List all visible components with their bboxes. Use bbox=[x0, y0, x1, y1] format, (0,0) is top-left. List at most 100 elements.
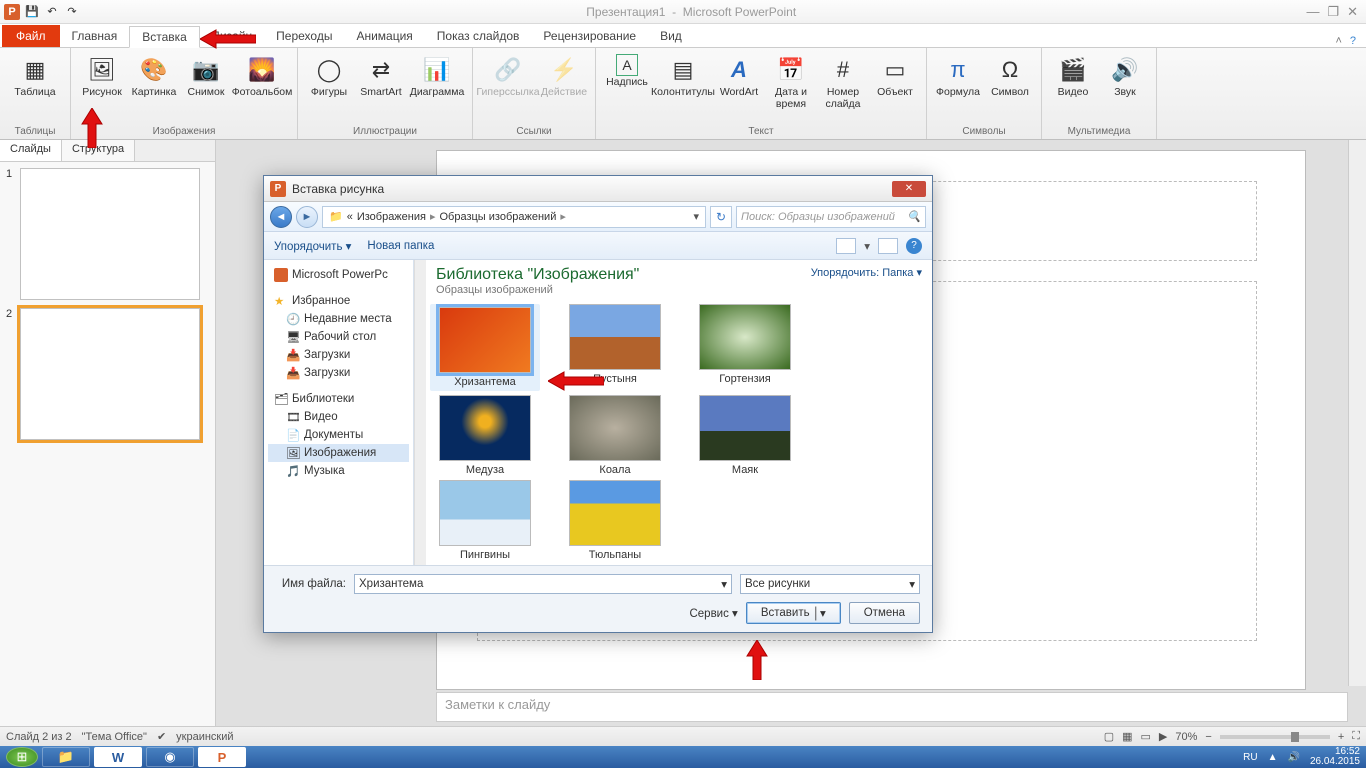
clipart-button[interactable]: 🎨Картинка bbox=[131, 52, 177, 99]
close-icon[interactable]: ✕ bbox=[1347, 4, 1358, 20]
pane-tab-slides[interactable]: Слайды bbox=[0, 140, 62, 161]
textbox-button[interactable]: AНадпись bbox=[604, 52, 650, 89]
insert-button[interactable]: Вставить │▾ bbox=[746, 602, 841, 624]
zoom-out-icon[interactable]: − bbox=[1205, 731, 1211, 743]
redo-icon[interactable]: ↷ bbox=[64, 4, 80, 20]
file-lighthouse[interactable]: Маяк bbox=[690, 395, 800, 476]
file-tulips[interactable]: Тюльпаны bbox=[560, 480, 670, 561]
tree-downloads-1[interactable]: 📥Загрузки bbox=[268, 346, 409, 364]
object-button[interactable]: ▭Объект bbox=[872, 52, 918, 99]
tray-flag-icon[interactable]: ▲ bbox=[1268, 752, 1278, 763]
tree-libraries[interactable]: 🗂Библиотеки bbox=[268, 390, 409, 408]
slidenum-button[interactable]: #Номер слайда bbox=[820, 52, 866, 110]
equation-button[interactable]: πФормула bbox=[935, 52, 981, 99]
smartart-button[interactable]: ⇄SmartArt bbox=[358, 52, 404, 99]
status-language[interactable]: украинский bbox=[176, 731, 233, 743]
tab-file[interactable]: Файл bbox=[2, 25, 60, 47]
view-normal-icon[interactable]: ▢ bbox=[1104, 730, 1114, 743]
undo-icon[interactable]: ↶ bbox=[44, 4, 60, 20]
taskbar-word[interactable]: W bbox=[94, 747, 142, 767]
thumb-2[interactable]: 2 bbox=[6, 308, 209, 440]
restore-icon[interactable]: ❐ bbox=[1327, 4, 1339, 20]
chart-button[interactable]: 📊Диаграмма bbox=[410, 52, 464, 99]
tab-insert[interactable]: Вставка bbox=[129, 26, 200, 48]
sort-control[interactable]: Упорядочить: Папка ▾ bbox=[811, 266, 922, 279]
ribbon-minimize-icon[interactable]: ˄ bbox=[1335, 35, 1341, 47]
action-button[interactable]: ⚡Действие bbox=[541, 52, 587, 99]
taskbar-explorer[interactable]: 📁 bbox=[42, 747, 90, 767]
hyperlink-button[interactable]: 🔗Гиперссылка bbox=[481, 52, 535, 99]
vertical-scrollbar[interactable] bbox=[1348, 140, 1366, 686]
tree-pictures[interactable]: 🖼Изображения bbox=[268, 444, 409, 462]
tools-button[interactable]: Сервис ▾ bbox=[689, 606, 737, 620]
filetype-input[interactable]: Все рисунки▾ bbox=[740, 574, 920, 594]
taskbar-powerpoint[interactable]: P bbox=[198, 747, 246, 767]
wordart-button[interactable]: AWordArt bbox=[716, 52, 762, 99]
save-icon[interactable]: 💾 bbox=[24, 4, 40, 20]
file-jellyfish[interactable]: Медуза bbox=[430, 395, 540, 476]
tab-slideshow[interactable]: Показ слайдов bbox=[425, 25, 532, 47]
minimize-icon[interactable]: — bbox=[1306, 4, 1319, 20]
tab-view[interactable]: Вид bbox=[648, 25, 694, 47]
file-hydrangea[interactable]: Гортензия bbox=[690, 304, 800, 391]
thumb-1[interactable]: 1 bbox=[6, 168, 209, 300]
cancel-button[interactable]: Отмена bbox=[849, 602, 920, 624]
tray-clock[interactable]: 16:5226.04.2015 bbox=[1310, 747, 1360, 767]
notes-pane[interactable]: Заметки к слайду bbox=[436, 692, 1348, 722]
fit-icon[interactable]: ⛶ bbox=[1352, 730, 1360, 743]
tree-desktop[interactable]: 🖥Рабочий стол bbox=[268, 328, 409, 346]
tab-review[interactable]: Рецензирование bbox=[531, 25, 648, 47]
file-koala[interactable]: Коала bbox=[560, 395, 670, 476]
start-button[interactable]: ⊞ bbox=[6, 747, 38, 767]
symbol-button[interactable]: ΩСимвол bbox=[987, 52, 1033, 99]
dialog-titlebar[interactable]: P Вставка рисунка ✕ bbox=[264, 176, 932, 202]
tab-transitions[interactable]: Переходы bbox=[264, 25, 344, 47]
spellcheck-icon[interactable]: ✔ bbox=[157, 730, 166, 743]
nav-forward-button[interactable]: ► bbox=[296, 206, 318, 228]
view-reading-icon[interactable]: ▭ bbox=[1141, 730, 1151, 743]
file-chrysanthemum[interactable]: Хризантема bbox=[430, 304, 540, 391]
preview-pane-button[interactable] bbox=[878, 238, 898, 254]
headerfooter-button[interactable]: ▤Колонтитулы bbox=[656, 52, 710, 99]
zoom-slider[interactable] bbox=[1220, 735, 1330, 739]
dialog-help-icon[interactable]: ? bbox=[906, 238, 922, 254]
search-input[interactable]: Поиск: Образцы изображений 🔍 bbox=[736, 206, 926, 228]
pane-tab-outline[interactable]: Структура bbox=[62, 140, 135, 161]
nav-back-button[interactable]: ◄ bbox=[270, 206, 292, 228]
breadcrumb[interactable]: 📁 « Изображения▸ Образцы изображений▸ ▾ bbox=[322, 206, 706, 228]
refresh-button[interactable]: ↻ bbox=[710, 206, 732, 228]
tray-lang[interactable]: RU bbox=[1243, 752, 1257, 763]
taskbar-chrome[interactable]: ◉ bbox=[146, 747, 194, 767]
tree-music[interactable]: 🎵Музыка bbox=[268, 462, 409, 480]
tab-design[interactable]: Дизайн bbox=[200, 25, 264, 47]
datetime-button[interactable]: 📅Дата и время bbox=[768, 52, 814, 110]
filename-input[interactable]: Хризантема▾ bbox=[354, 574, 732, 594]
file-desert[interactable]: Пустыня bbox=[560, 304, 670, 391]
tray-network-icon[interactable]: 🔊 bbox=[1287, 752, 1299, 763]
tab-home[interactable]: Главная bbox=[60, 25, 130, 47]
shapes-button[interactable]: ◯Фигуры bbox=[306, 52, 352, 99]
tree-videos[interactable]: 🎞Видео bbox=[268, 408, 409, 426]
picture-button[interactable]: 🖼Рисунок bbox=[79, 52, 125, 99]
tree-scrollbar[interactable] bbox=[414, 260, 426, 565]
help-icon[interactable]: ? bbox=[1350, 35, 1356, 47]
tree-documents[interactable]: 📄Документы bbox=[268, 426, 409, 444]
view-sorter-icon[interactable]: ▦ bbox=[1122, 730, 1132, 743]
zoom-in-icon[interactable]: + bbox=[1338, 731, 1344, 743]
view-mode-button[interactable] bbox=[836, 238, 856, 254]
view-slideshow-icon[interactable]: ▶ bbox=[1159, 730, 1167, 743]
file-penguins[interactable]: Пингвины bbox=[430, 480, 540, 561]
dialog-close-button[interactable]: ✕ bbox=[892, 181, 926, 197]
new-folder-button[interactable]: Новая папка bbox=[367, 240, 434, 252]
screenshot-button[interactable]: 📷Снимок bbox=[183, 52, 229, 99]
tree-recent[interactable]: 🕘Недавние места bbox=[268, 310, 409, 328]
table-button[interactable]: ▦Таблица bbox=[8, 52, 62, 99]
audio-button[interactable]: 🔊Звук bbox=[1102, 52, 1148, 99]
zoom-level[interactable]: 70% bbox=[1175, 731, 1197, 743]
organize-button[interactable]: Упорядочить ▾ bbox=[274, 239, 351, 253]
tab-animations[interactable]: Анимация bbox=[344, 25, 424, 47]
video-button[interactable]: 🎬Видео bbox=[1050, 52, 1096, 99]
tree-powerpoint[interactable]: Microsoft PowerPс bbox=[268, 266, 409, 284]
tree-favorites[interactable]: ★Избранное bbox=[268, 292, 409, 310]
tree-downloads-2[interactable]: 📥Загрузки bbox=[268, 364, 409, 382]
